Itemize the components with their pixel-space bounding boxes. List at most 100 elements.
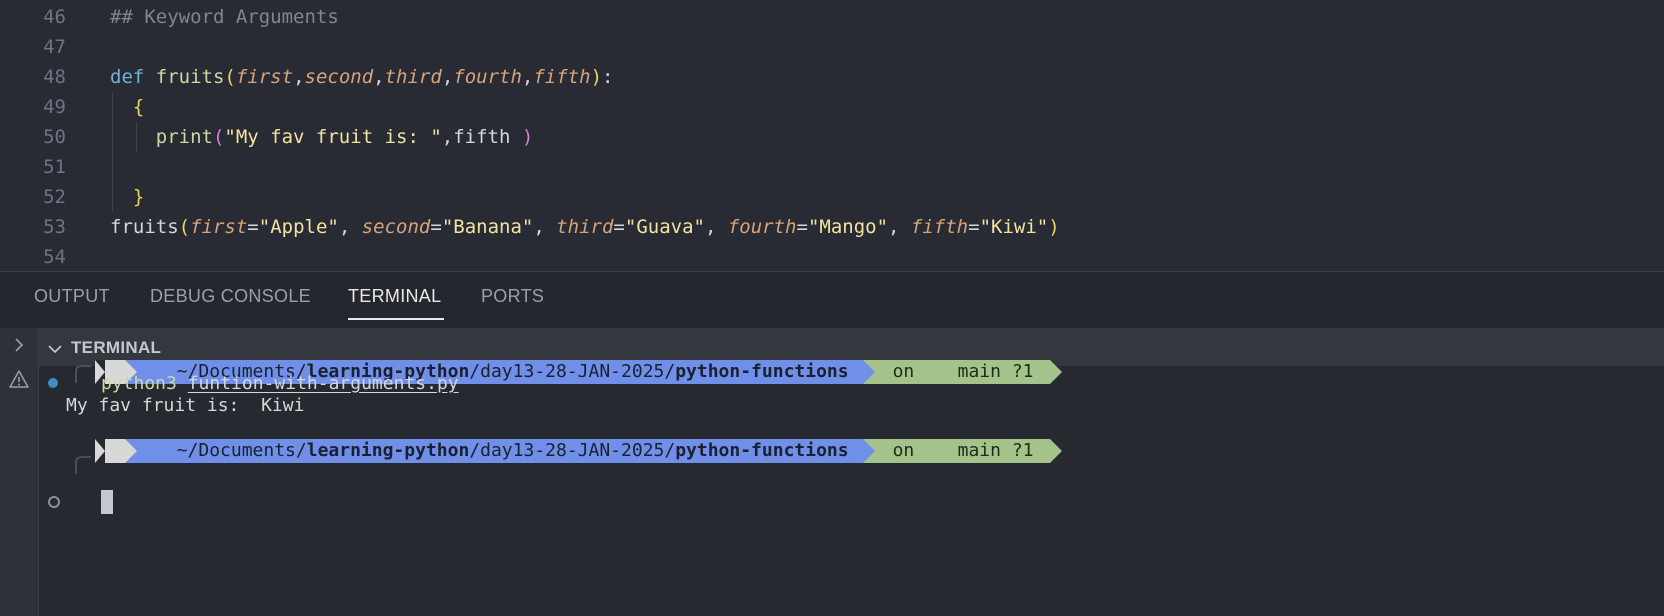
- command-binary: python3: [101, 373, 177, 394]
- line-number: 48: [43, 66, 66, 88]
- code-token: ): [1048, 216, 1060, 238]
- tab-debug-console[interactable]: DEBUG CONSOLE: [150, 286, 311, 307]
- code-token: }: [132, 186, 145, 208]
- code-token: fifth: [533, 66, 591, 88]
- git-branch: main ?1: [946, 440, 1034, 461]
- code-token: second: [361, 216, 431, 238]
- code-line[interactable]: 47: [0, 32, 1664, 62]
- segment-separator: [862, 439, 875, 463]
- prompt-lead: [95, 439, 105, 463]
- code-token: ): [590, 66, 603, 88]
- path-repo: learning-python: [306, 440, 470, 461]
- chevron-right-icon[interactable]: [8, 334, 30, 356]
- code-token: "Kiwi": [979, 216, 1049, 238]
- code-token: "Apple": [258, 216, 339, 238]
- code-token: second: [304, 66, 374, 88]
- code-line[interactable]: 52 }: [0, 182, 1664, 212]
- code-token: fruits: [155, 66, 225, 88]
- code-token: third: [384, 66, 442, 88]
- code-token: =: [430, 216, 442, 238]
- code-text: def fruits(first,second,third,fourth,fif…: [110, 62, 613, 92]
- program-output: My fav fruit is: Kiwi: [66, 395, 305, 416]
- os-icon: [105, 439, 125, 463]
- prompt-path: ~/Documents/learning-python/day13-28-JAN…: [137, 439, 863, 463]
- segment-end: [1049, 439, 1062, 463]
- code-text: {: [110, 92, 144, 122]
- line-number: 51: [43, 156, 66, 178]
- segment-separator: [862, 360, 875, 384]
- line-number: 53: [43, 216, 66, 238]
- tab-terminal[interactable]: TERMINAL: [348, 286, 441, 307]
- prompt-git-status: on main ?1: [874, 439, 1050, 463]
- code-token: (: [178, 216, 191, 238]
- code-token: :: [602, 66, 614, 88]
- terminal-cursor: [101, 490, 113, 514]
- command-file-link[interactable]: funtion-with-arguments.py: [188, 373, 459, 394]
- path-current: python-functions: [675, 361, 849, 382]
- terminal-output[interactable]: ~/Documents/learning-python/day13-28-JAN…: [39, 360, 1664, 616]
- indent-guide: [136, 122, 137, 152]
- code-token: ): [521, 126, 534, 148]
- code-token: =: [247, 216, 259, 238]
- code-line[interactable]: 46 ## Keyword Arguments: [0, 2, 1664, 32]
- code-line[interactable]: 51: [0, 152, 1664, 182]
- code-text: ## Keyword Arguments: [110, 2, 339, 32]
- line-number: 52: [43, 186, 66, 208]
- chevron-down-icon[interactable]: [47, 340, 63, 359]
- code-token: =: [968, 216, 980, 238]
- tab-output[interactable]: OUTPUT: [34, 286, 110, 307]
- code-token: fourth: [453, 66, 522, 88]
- git-branch: main ?1: [946, 361, 1034, 382]
- line-number: 46: [43, 6, 66, 28]
- segment-end: [1049, 360, 1062, 384]
- code-token: ,: [521, 66, 534, 88]
- command-line: python3 funtion-with-arguments.py: [101, 372, 459, 396]
- code-editor[interactable]: 46 ## Keyword Arguments 47 48 def fruits(fir…: [0, 0, 1664, 271]
- code-token: =: [613, 216, 625, 238]
- code-token: def: [110, 66, 156, 88]
- path-current: python-functions: [675, 440, 849, 461]
- warning-icon[interactable]: [8, 368, 30, 390]
- git-on-label: on: [892, 440, 926, 461]
- code-token: =: [796, 216, 808, 238]
- code-token: fruits: [110, 216, 179, 238]
- code-token: "Guava": [624, 216, 705, 238]
- terminal-section-title: TERMINAL: [71, 338, 162, 357]
- code-token: ,: [338, 216, 362, 238]
- prompt-line: ~/Documents/learning-python/day13-28-JAN…: [95, 439, 1062, 463]
- indent-guide: [112, 92, 113, 212]
- panel-tabs: OUTPUT DEBUG CONSOLE TERMINAL PORTS: [0, 272, 1664, 328]
- code-token: ## Keyword Arguments: [110, 6, 339, 28]
- code-token: ,: [293, 66, 305, 88]
- code-line[interactable]: 48 def fruits(first,second,third,fourth,f…: [0, 62, 1664, 92]
- code-token: fifth: [910, 216, 969, 238]
- code-token: "Banana": [441, 216, 534, 238]
- tab-ports[interactable]: PORTS: [481, 286, 544, 307]
- code-token: "Mango": [807, 216, 889, 238]
- code-line[interactable]: 49 {: [0, 92, 1664, 122]
- code-token: first: [190, 216, 248, 238]
- prompt-git-status: on main ?1: [874, 360, 1050, 384]
- path-prefix: ~/Documents/: [176, 440, 307, 461]
- code-token: print: [155, 126, 213, 148]
- terminal-side-rail: [0, 328, 39, 616]
- code-token: ,: [441, 66, 454, 88]
- git-on-label: on: [892, 361, 926, 382]
- line-number: 47: [43, 36, 66, 58]
- code-token: ,fifth: [441, 126, 522, 148]
- code-token: ,: [533, 216, 557, 238]
- prompt-connector: [75, 365, 91, 383]
- code-token: first: [235, 66, 294, 88]
- line-number: 50: [43, 126, 66, 148]
- code-line[interactable]: 50 print("My fav fruit is: ",fifth ): [0, 122, 1664, 152]
- segment-separator: [125, 439, 137, 463]
- code-text: print("My fav fruit is: ",fifth ): [110, 122, 534, 152]
- command-pending-dot[interactable]: [48, 496, 60, 508]
- code-text: }: [110, 182, 144, 212]
- command-success-dot[interactable]: [48, 378, 58, 388]
- line-number: 49: [43, 96, 66, 118]
- code-line[interactable]: 53 fruits(first="Apple", second="Banana",…: [0, 212, 1664, 242]
- code-line[interactable]: 54: [0, 242, 1664, 271]
- code-token: ,: [888, 216, 911, 238]
